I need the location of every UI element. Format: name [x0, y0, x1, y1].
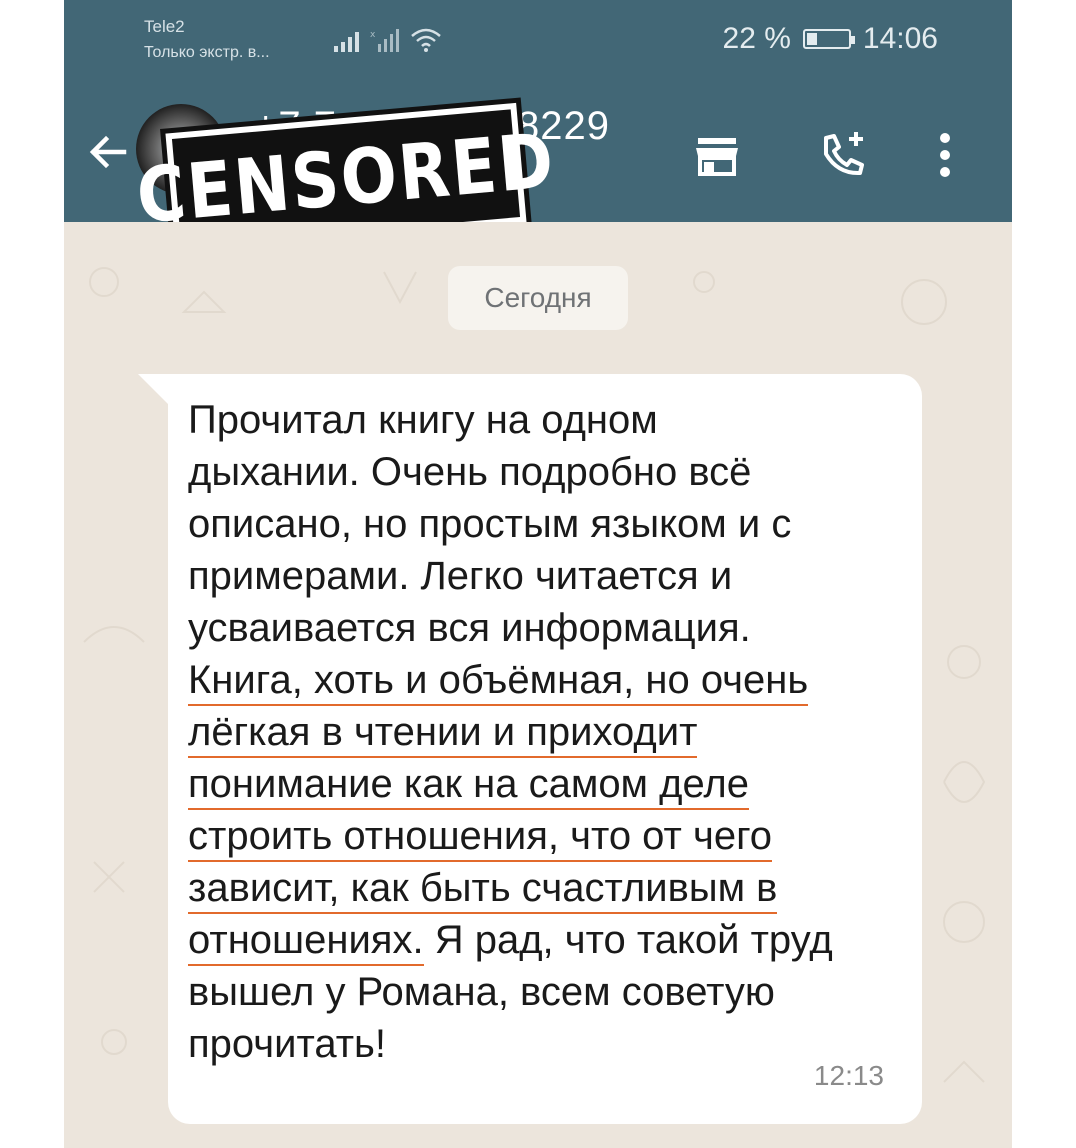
underlined-line: понимание как на самом деле — [188, 762, 750, 810]
svg-text:x: x — [370, 30, 376, 40]
message-line: примерами. Легко читается и — [188, 554, 733, 598]
status-time: 14:06 — [862, 22, 938, 55]
message-line-tail: Я рад, что такой труд — [434, 918, 833, 962]
message-bubble[interactable]: Прочитал книгу на одном дыхании. Очень п… — [168, 374, 922, 1124]
message-time: 12:13 — [813, 1060, 884, 1091]
message-line: описано, но простым языком и с — [188, 502, 792, 546]
store-icon[interactable] — [690, 128, 744, 182]
carrier-status: Только экстр. в... — [144, 44, 270, 61]
message-line: Прочитал книгу на одном — [188, 398, 658, 442]
back-arrow-icon[interactable] — [84, 128, 132, 176]
underlined-line: лёгкая в чтении и приходит — [188, 710, 698, 758]
battery-icon — [802, 29, 855, 49]
message-line: вышел у Романа, всем советую — [188, 970, 775, 1014]
add-call-icon[interactable] — [816, 128, 870, 182]
wifi-icon — [411, 28, 441, 52]
underlined-line: зависит, как быть счастливым в — [188, 866, 778, 914]
signal-icon — [334, 32, 359, 52]
chat-area[interactable]: Сегодня Прочитал книгу на одном дыхании.… — [64, 222, 1012, 1148]
more-vert-icon[interactable] — [930, 128, 960, 182]
carrier-info: Tele2 Только экстр. в... — [144, 16, 270, 64]
app-header: Tele2 Только экстр. в... x 22 % 14:06 82… — [64, 0, 1012, 254]
underlined-line: Книга, хоть и объёмная, но очень — [188, 658, 809, 706]
underlined-line: строить отношения, что от чего — [188, 814, 773, 862]
phone-screen: Tele2 Только экстр. в... x 22 % 14:06 82… — [64, 0, 1012, 1148]
underlined-line: отношениях. — [188, 918, 424, 966]
message-line: усваивается вся информация. — [188, 606, 751, 650]
status-right: 22 % 14:06 — [723, 22, 938, 56]
bubble-tail — [138, 374, 172, 408]
carrier-name: Tele2 — [144, 17, 185, 36]
message-line: дыхании. Очень подробно всё — [188, 450, 752, 494]
battery-percent: 22 % — [722, 22, 791, 55]
signal-icons: x — [334, 28, 442, 52]
signal-icon-secondary: x — [370, 29, 399, 52]
message-line: прочитать! — [188, 1022, 386, 1066]
message-text: Прочитал книгу на одном дыхании. Очень п… — [188, 394, 908, 1070]
date-chip: Сегодня — [448, 266, 628, 330]
